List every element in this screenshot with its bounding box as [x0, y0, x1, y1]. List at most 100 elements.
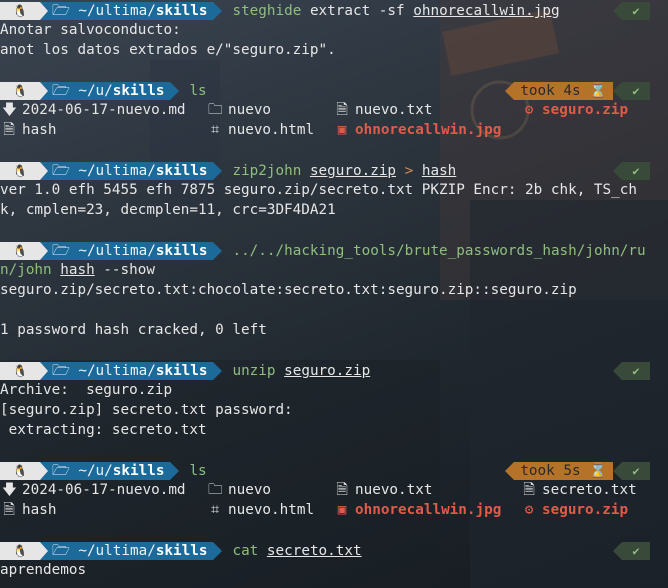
success-check-icon: ✔ — [622, 462, 650, 480]
success-check-icon: ✔ — [622, 162, 650, 180]
status-separator — [613, 362, 622, 380]
command-name: cat — [232, 543, 259, 559]
list-item[interactable]: ⌗ nuevo.html — [208, 500, 314, 520]
command-name: zip2john — [232, 163, 302, 179]
directory-name: skills — [155, 543, 208, 559]
prompt-arrow — [213, 2, 223, 20]
list-item[interactable]: 🗎 hash — [2, 500, 56, 520]
file-name: hash — [22, 122, 57, 138]
success-check-icon: ✔ — [622, 82, 650, 100]
list-item[interactable]: 🡇 2024-06-17-nuevo.md — [2, 480, 186, 500]
prompt-arrow — [213, 362, 223, 380]
list-item[interactable]: ⚙ seguro.zip — [522, 500, 628, 520]
list-item[interactable]: ⌗ nuevo.html — [208, 120, 314, 140]
command-continuation: n/john hash --show — [0, 260, 155, 280]
directory-name: skills — [112, 463, 165, 479]
file-name: nuevo.html — [228, 122, 315, 138]
image-icon: ▣ — [337, 122, 347, 138]
list-item[interactable]: ▣ ohnorecallwin.jpg — [335, 500, 502, 520]
zip-icon: ⚙ — [524, 102, 534, 118]
directory-prefix: ~/ultima/ — [78, 3, 156, 19]
list-item[interactable]: 🡇 2024-06-17-nuevo.md — [2, 100, 186, 120]
command-input[interactable]: unzip seguro.zip — [232, 361, 370, 381]
prompt-segments: 🐧 🗁 ~/ultima/skills cat secreto.txt — [0, 542, 362, 560]
status-separator — [613, 82, 622, 100]
prompt-segments: 🐧 🗁 ~/u/skills ls — [0, 82, 207, 100]
prompt-separator — [40, 2, 48, 20]
command-file-arg[interactable]: secreto.txt — [267, 543, 362, 559]
download-icon: 🡇 — [2, 102, 17, 118]
directory-prefix: ~/ultima/ — [78, 163, 156, 179]
folder-open-icon: 🗁 — [52, 83, 79, 99]
directory-prefix: ~/u/ — [78, 463, 113, 479]
file-name: ohnorecallwin.jpg — [355, 502, 502, 518]
output-line: Archive: seguro.zip — [0, 382, 173, 398]
directory-name: skills — [155, 363, 208, 379]
file-icon: 🗎 — [523, 482, 535, 498]
linux-penguin-icon: 🐧 — [0, 542, 40, 560]
list-item[interactable]: 🗀 nuevo — [208, 480, 271, 500]
prompt-separator — [40, 162, 48, 180]
prompt-separator — [40, 462, 48, 480]
linux-penguin-icon: 🐧 — [0, 2, 40, 20]
success-check-icon: ✔ — [622, 542, 650, 560]
file-name: 2024-06-17-nuevo.md — [22, 102, 186, 118]
output-line: 1 password hash cracked, 0 left — [0, 322, 267, 338]
prompt-line: 🐧 🗁 ~/u/skills ls took 4s ⌛ ✔ — [0, 80, 668, 100]
command-file-arg[interactable]: ohnorecallwin.jpg — [413, 3, 559, 19]
folder-open-icon: 🗁 — [52, 543, 79, 559]
execution-time: took 5s ⌛ — [514, 462, 613, 480]
list-item[interactable]: 🗎 hash — [2, 120, 56, 140]
right-status: ✔ — [613, 542, 650, 560]
prompt-separator — [40, 542, 48, 560]
command-name: ls — [189, 83, 207, 99]
file-name: nuevo.txt — [355, 102, 433, 118]
list-item[interactable]: 🗀 nuevo — [208, 100, 271, 120]
file-icon: 🗎 — [336, 102, 348, 118]
file-name: seguro.zip — [542, 502, 629, 518]
command-input[interactable]: ls — [189, 461, 206, 481]
folder-open-icon: 🗁 — [52, 163, 79, 179]
command-file-arg[interactable]: hash — [422, 163, 456, 179]
command-args: --show — [94, 262, 155, 278]
command-input[interactable]: steghide extract -sf ohnorecallwin.jpg — [232, 1, 559, 21]
directory-name: skills — [155, 243, 208, 259]
current-directory: 🗁 ~/ultima/skills — [48, 362, 214, 380]
download-icon: 🡇 — [2, 482, 17, 498]
command-input[interactable]: ls — [189, 81, 206, 101]
success-check-icon: ✔ — [622, 362, 650, 380]
directory-prefix: ~/ultima/ — [78, 363, 156, 379]
output-line: anot los datos extrados e/"seguro.zip". — [0, 42, 336, 58]
file-icon: 🗎 — [336, 482, 348, 498]
prompt-segments: 🐧 🗁 ~/u/skills ls — [0, 462, 207, 480]
folder-open-icon: 🗁 — [52, 243, 79, 259]
file-name: seguro.zip — [542, 102, 629, 118]
command-input[interactable]: ../../hacking_tools/brute_passwords_hash… — [232, 241, 645, 261]
list-item[interactable]: ▣ ohnorecallwin.jpg — [335, 120, 502, 140]
command-input[interactable]: zip2john seguro.zip > hash — [232, 161, 456, 181]
directory-name: skills — [112, 83, 165, 99]
linux-penguin-icon: 🐧 — [0, 362, 40, 380]
file-name: nuevo.txt — [355, 482, 433, 498]
linux-penguin-icon: 🐧 — [0, 82, 40, 100]
list-item[interactable]: ⚙ seguro.zip — [522, 100, 628, 120]
list-item[interactable]: 🗎 nuevo.txt — [335, 100, 432, 120]
html-icon: ⌗ — [210, 122, 220, 138]
directory-prefix: ~/ultima/ — [78, 543, 156, 559]
command-input[interactable]: cat secreto.txt — [232, 541, 361, 561]
prompt-arrow — [213, 242, 223, 260]
command-file-arg[interactable]: hash — [60, 262, 94, 278]
prompt-line: 🐧 🗁 ~/ultima/skills ../../hacking_tools/br… — [0, 240, 668, 260]
prompt-arrow — [213, 542, 223, 560]
zip-icon: ⚙ — [524, 502, 534, 518]
list-item[interactable]: 🗎 secreto.txt — [522, 480, 636, 500]
list-item[interactable]: 🗎 nuevo.txt — [335, 480, 432, 500]
success-check-icon: ✔ — [622, 2, 650, 20]
current-directory: 🗁 ~/u/skills — [48, 462, 171, 480]
html-icon: ⌗ — [210, 502, 220, 518]
prompt-line: 🐧 🗁 ~/ultima/skills cat secreto.txt ✔ — [0, 540, 668, 560]
took-separator — [505, 82, 515, 100]
command-file-arg[interactable]: seguro.zip — [310, 163, 396, 179]
command-file-arg[interactable]: seguro.zip — [284, 363, 370, 379]
current-directory: 🗁 ~/u/skills — [48, 82, 171, 100]
